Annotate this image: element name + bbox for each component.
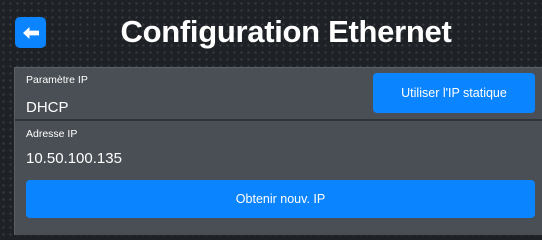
ip-setting-value: DHCP xyxy=(26,99,69,116)
settings-panel: Paramètre IP DHCP Utiliser l'IP statique… xyxy=(14,67,542,235)
divider xyxy=(15,119,542,121)
obtain-new-ip-button[interactable]: Obtenir nouv. IP xyxy=(26,180,535,218)
ethernet-config-screen: Configuration Ethernet Paramètre IP DHCP… xyxy=(0,0,542,240)
page-title: Configuration Ethernet xyxy=(120,14,452,49)
header: Configuration Ethernet xyxy=(0,0,542,64)
ip-address-label: Adresse IP xyxy=(26,128,78,140)
use-static-ip-button[interactable]: Utiliser l'IP statique xyxy=(373,73,535,113)
ip-address-value: 10.50.100.135 xyxy=(26,150,122,167)
ip-setting-label: Paramètre IP xyxy=(26,74,88,86)
